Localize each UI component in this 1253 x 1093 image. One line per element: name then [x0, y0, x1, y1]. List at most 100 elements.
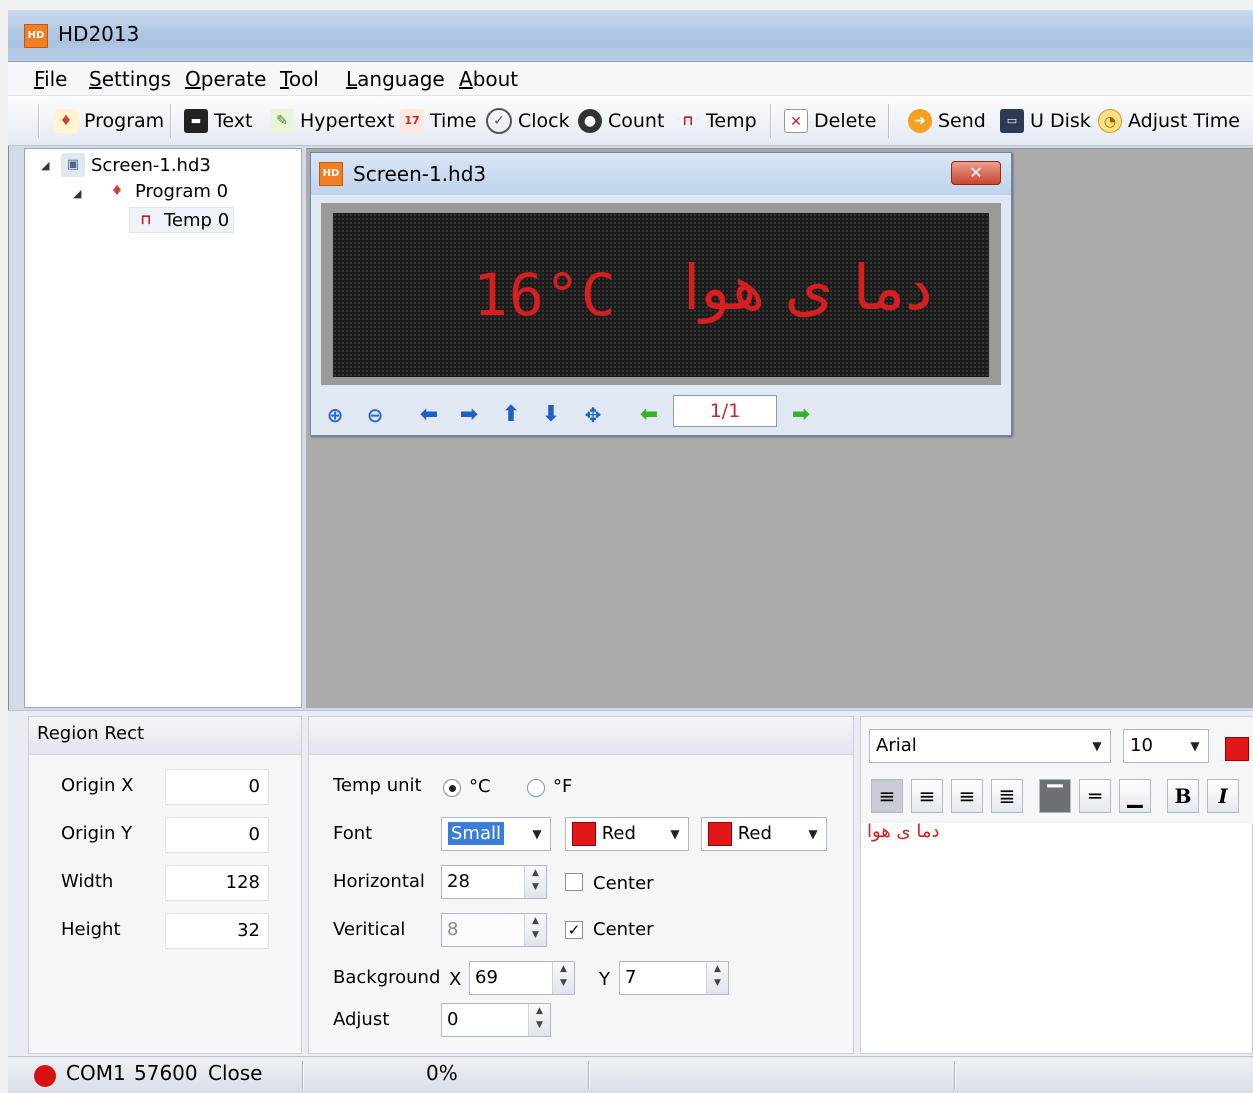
screen-window-titlebar: HD Screen-1.hd3 ✕ — [311, 153, 1011, 195]
align-right-icon[interactable]: ≡ — [951, 779, 983, 813]
align-middle-icon[interactable]: ═ — [1079, 779, 1111, 813]
width-field[interactable]: 128 — [165, 865, 269, 901]
menu-tool[interactable]: Tool — [280, 67, 319, 91]
send-label: Send — [938, 110, 986, 132]
spinner-arrows-icon[interactable]: ▲ ▼ — [524, 866, 546, 898]
close-button[interactable]: ✕ — [951, 161, 1001, 185]
chevron-down-icon: ▼ — [670, 827, 680, 841]
font-size-select[interactable]: 10 ▼ — [1123, 729, 1209, 763]
tree-item-program[interactable]: ♦ Program 0 — [105, 179, 228, 203]
tree-item-label: Screen-1.hd3 — [91, 154, 211, 176]
toolbar-separator — [770, 104, 772, 138]
send-button[interactable]: ➜ Send — [908, 106, 986, 136]
time-button[interactable]: 17 Time — [400, 106, 477, 136]
adjust-time-button[interactable]: ◔ Adjust Time — [1098, 106, 1240, 136]
text-color-swatch[interactable] — [1225, 737, 1249, 761]
region-rect-title: Region Rect — [37, 723, 145, 744]
text-icon: ▬ — [184, 109, 208, 133]
vertical-center-checkbox[interactable]: ✓ — [565, 921, 583, 939]
status-progress: 0% — [426, 1061, 458, 1085]
origin-x-field[interactable]: 0 — [165, 769, 269, 805]
menu-settings[interactable]: Settings — [89, 67, 171, 91]
temp-unit-label: Temp unit — [333, 775, 422, 796]
temp-button[interactable]: ⊓ Temp — [676, 106, 756, 136]
spinner-arrows-icon[interactable]: ▲ ▼ — [706, 962, 728, 994]
adjust-label: Adjust — [333, 1009, 390, 1030]
status-port: COM1 — [66, 1061, 126, 1085]
move-up-icon[interactable]: ⬆ — [497, 401, 525, 429]
udisk-label: U Disk — [1030, 110, 1091, 132]
delete-button[interactable]: ✕ Delete — [784, 106, 876, 136]
align-top-icon[interactable]: ▔ — [1039, 779, 1071, 813]
bg-y-spinner[interactable]: 7 ▲ ▼ — [619, 961, 729, 995]
temp-properties-panel: Temp unit °C °F Font Small ▼ Red ▼ Red ▼… — [308, 716, 854, 1054]
clock-button[interactable]: ✓ Clock — [486, 106, 570, 136]
fahrenheit-radio[interactable] — [527, 779, 545, 797]
bg-x-spinner[interactable]: 69 ▲ ▼ — [469, 961, 575, 995]
font-family-select[interactable]: Arial ▼ — [869, 729, 1111, 763]
center-icon[interactable]: ✥ — [579, 401, 607, 429]
spinner-arrows-icon[interactable]: ▲ ▼ — [528, 1004, 550, 1036]
color-select-1[interactable]: Red ▼ — [565, 817, 689, 851]
tree-item-screen[interactable]: ▣ Screen-1.hd3 — [61, 153, 211, 177]
adjust-spinner[interactable]: 0 ▲ ▼ — [441, 1003, 551, 1037]
spinner-arrows-icon[interactable]: ▲ ▼ — [552, 962, 574, 994]
text-editor-panel: Arial ▼ 10 ▼ ≡ ≡ ≡ ≣ ▔ ═ ▁ B I دما ی هوا — [860, 716, 1253, 1054]
prev-page-icon[interactable]: ⬅ — [635, 401, 663, 429]
tree-item-temp[interactable]: ⊓ Temp 0 — [129, 207, 235, 233]
collapse-icon[interactable]: ◢ — [41, 159, 49, 172]
send-icon: ➜ — [908, 109, 932, 133]
editor-content[interactable]: دما ی هوا — [867, 821, 939, 842]
vertical-spinner[interactable]: 8 ▲ ▼ — [441, 913, 547, 947]
horizontal-center-checkbox[interactable] — [565, 873, 583, 891]
hypertext-button[interactable]: ✎ Hypertext — [270, 106, 395, 136]
height-label: Height — [61, 919, 121, 940]
status-divider — [302, 1061, 304, 1089]
italic-button[interactable]: I — [1207, 779, 1239, 813]
background-label: Background — [333, 967, 441, 988]
horizontal-spinner[interactable]: 28 ▲ ▼ — [441, 865, 547, 899]
chevron-down-icon: ▼ — [1092, 739, 1102, 753]
color-value: Red — [737, 823, 772, 844]
vertical-value: 8 — [447, 919, 459, 940]
toolbar-separator — [38, 104, 40, 138]
color-select-2[interactable]: Red ▼ — [701, 817, 827, 851]
collapse-icon[interactable]: ◢ — [73, 187, 81, 200]
text-button[interactable]: ▬ Text — [184, 106, 252, 136]
celsius-radio[interactable] — [443, 779, 461, 797]
count-button[interactable]: ● Count — [578, 106, 664, 136]
bg-y-label: Y — [599, 969, 610, 990]
font-size-value: Small — [448, 822, 504, 845]
next-page-icon[interactable]: ➡ — [787, 401, 815, 429]
program-button[interactable]: ♦ Program — [54, 106, 164, 136]
move-down-icon[interactable]: ⬇ — [537, 401, 565, 429]
zoom-in-icon[interactable]: ⊕ — [321, 401, 349, 429]
align-center-icon[interactable]: ≡ — [911, 779, 943, 813]
hypertext-label: Hypertext — [300, 110, 395, 132]
menu-about[interactable]: About — [459, 67, 518, 91]
udisk-button[interactable]: ▭ U Disk — [1000, 106, 1091, 136]
bold-button[interactable]: B — [1167, 779, 1199, 813]
align-bottom-icon[interactable]: ▁ — [1119, 779, 1151, 813]
move-right-icon[interactable]: ➡ — [455, 401, 483, 429]
app-title: HD2013 — [58, 22, 140, 46]
height-field[interactable]: 32 — [165, 913, 269, 949]
origin-y-field[interactable]: 0 — [165, 817, 269, 853]
clock-icon: ✓ — [486, 108, 512, 134]
clock-label: Clock — [518, 110, 570, 132]
color-swatch — [572, 822, 596, 846]
move-left-icon[interactable]: ⬅ — [415, 401, 443, 429]
panel-header — [309, 717, 853, 755]
color-value: Red — [601, 823, 636, 844]
delete-label: Delete — [814, 110, 877, 132]
menu-file[interactable]: File — [34, 67, 67, 91]
menu-bar: File Settings Operate Tool Language Abou… — [8, 62, 1253, 96]
zoom-out-icon[interactable]: ⊖ — [361, 401, 389, 429]
menu-language[interactable]: Language — [346, 67, 445, 91]
menu-operate[interactable]: Operate — [185, 67, 266, 91]
align-left-icon[interactable]: ≡ — [871, 779, 903, 813]
font-size-select[interactable]: Small ▼ — [441, 817, 551, 851]
justify-icon[interactable]: ≣ — [991, 779, 1023, 813]
spinner-arrows-icon[interactable]: ▲ ▼ — [524, 914, 546, 946]
bg-y-value: 7 — [625, 967, 637, 988]
